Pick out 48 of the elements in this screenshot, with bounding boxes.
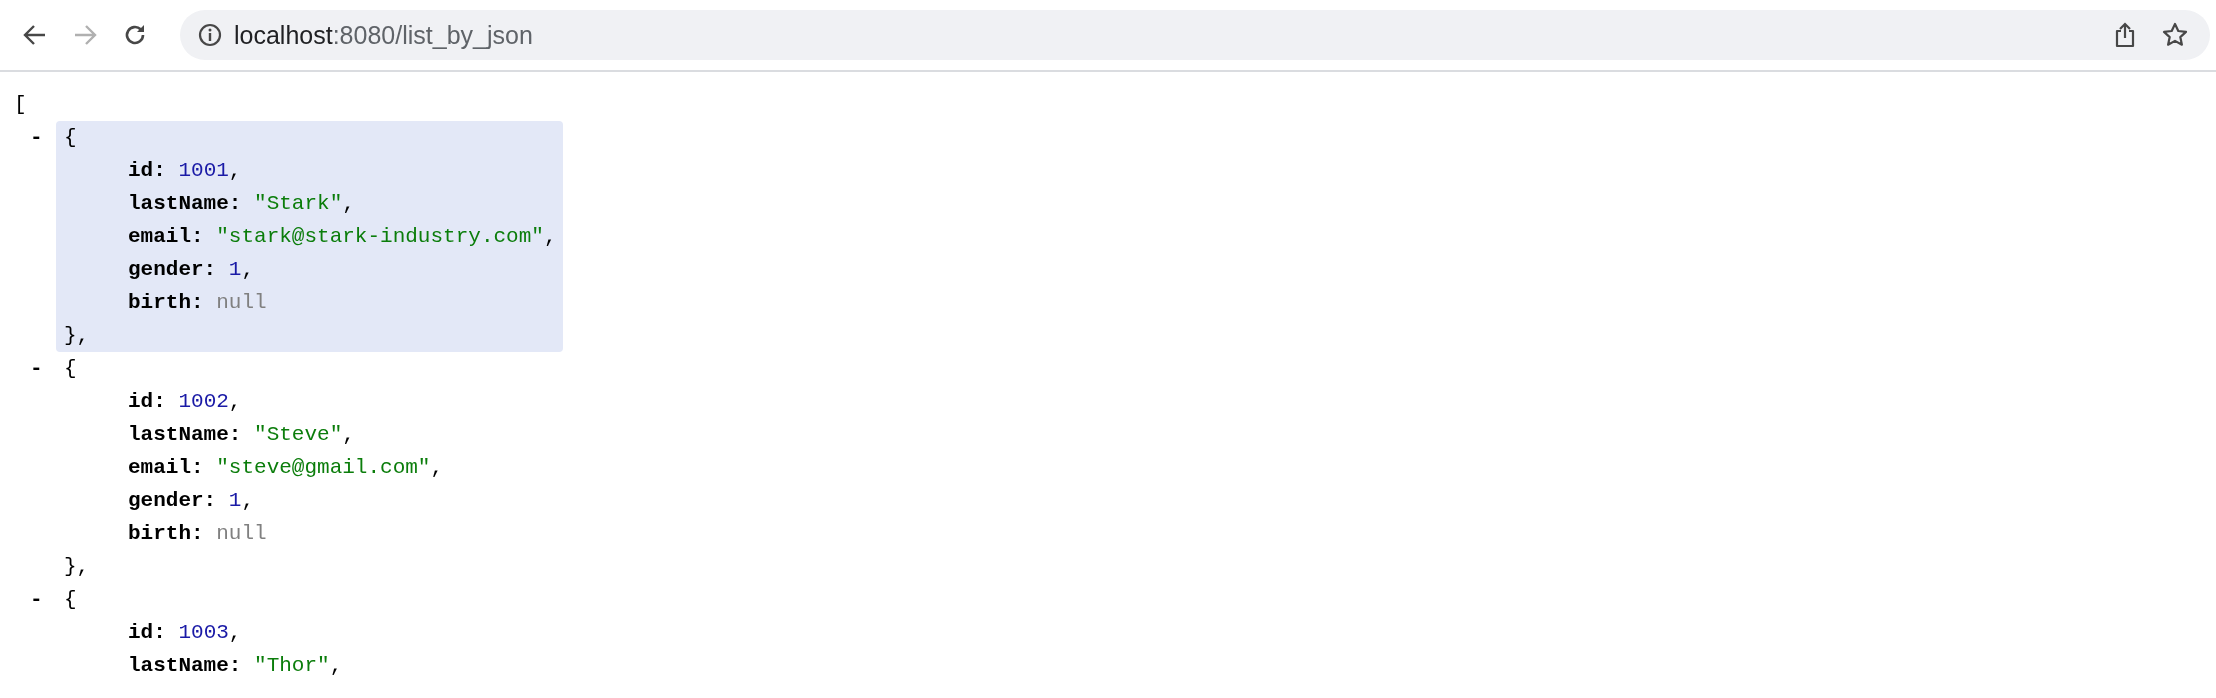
json-value: 1 bbox=[228, 489, 242, 512]
json-value: 1003 bbox=[178, 621, 229, 644]
json-value: "Stark" bbox=[254, 192, 343, 215]
json-key: birth: bbox=[128, 522, 204, 545]
comma: , bbox=[329, 654, 343, 677]
json-key: email: bbox=[128, 456, 204, 479]
brace: { bbox=[64, 125, 78, 151]
collapse-toggle[interactable]: - bbox=[30, 583, 56, 616]
collapse-toggle[interactable]: - bbox=[30, 352, 56, 385]
json-key: lastName: bbox=[128, 423, 242, 446]
json-key: lastName: bbox=[128, 654, 242, 677]
brace: { bbox=[64, 356, 78, 382]
json-value: "stark@stark-industry.com" bbox=[216, 225, 544, 248]
json-key: gender: bbox=[128, 489, 217, 512]
share-icon[interactable] bbox=[2114, 22, 2136, 48]
json-value: "Thor" bbox=[254, 654, 330, 677]
json-value: 1 bbox=[228, 258, 242, 281]
comma: , bbox=[430, 456, 444, 479]
json-value: null bbox=[216, 522, 267, 545]
brace: }, bbox=[64, 554, 91, 580]
json-key: gender: bbox=[128, 258, 217, 281]
json-value: null bbox=[216, 291, 267, 314]
brace: { bbox=[64, 587, 78, 613]
json-key: lastName: bbox=[128, 192, 242, 215]
comma: , bbox=[241, 258, 255, 281]
info-icon[interactable] bbox=[198, 23, 222, 47]
comma: , bbox=[342, 423, 355, 446]
url-text: localhost:8080/list_by_json bbox=[234, 20, 534, 50]
address-bar[interactable]: localhost:8080/list_by_json bbox=[180, 10, 2210, 60]
json-key: birth: bbox=[128, 291, 204, 314]
comma: , bbox=[228, 159, 242, 182]
json-key: id: bbox=[128, 159, 166, 182]
json-key: email: bbox=[128, 225, 204, 248]
brace: }, bbox=[64, 323, 91, 349]
json-value: 1002 bbox=[178, 390, 229, 413]
collapse-toggle[interactable]: - bbox=[30, 121, 56, 154]
comma: , bbox=[228, 621, 242, 644]
json-key: id: bbox=[128, 390, 166, 413]
comma: , bbox=[228, 390, 242, 413]
bracket: [ bbox=[14, 92, 28, 118]
json-value: 1001 bbox=[178, 159, 229, 182]
json-key: id: bbox=[128, 621, 166, 644]
star-icon[interactable] bbox=[2162, 22, 2188, 48]
json-value: "steve@gmail.com" bbox=[216, 456, 431, 479]
json-value: "Steve" bbox=[254, 423, 343, 446]
comma: , bbox=[342, 192, 355, 215]
comma: , bbox=[241, 489, 255, 512]
comma: , bbox=[543, 225, 557, 248]
